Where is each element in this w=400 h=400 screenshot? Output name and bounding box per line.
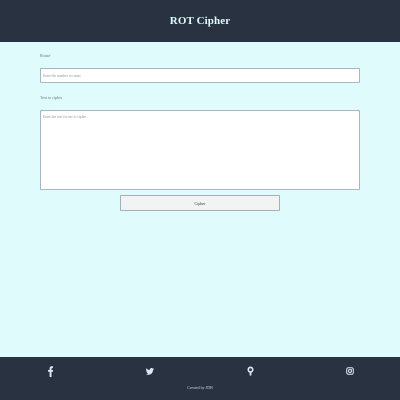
text-to-cipher-placeholder: Enter the text for me to cipher... xyxy=(43,115,89,119)
rotate-input[interactable]: Enter the number to rotate xyxy=(40,68,360,83)
text-to-cipher-label: Text to cipher xyxy=(40,95,63,100)
facebook-icon[interactable] xyxy=(45,365,55,377)
page-title: ROT Cipher xyxy=(169,15,231,27)
twitter-icon[interactable] xyxy=(145,365,155,377)
site-footer: Created by JDB xyxy=(0,357,400,400)
cipher-button[interactable]: Cipher xyxy=(120,195,280,211)
rotate-placeholder: Enter the number to rotate xyxy=(43,73,81,78)
rotate-label: Rotate xyxy=(40,53,51,58)
github-icon[interactable] xyxy=(245,365,255,377)
site-header: ROT Cipher xyxy=(0,0,400,42)
instagram-icon[interactable] xyxy=(345,365,355,377)
footer-credit: Created by JDB xyxy=(187,385,213,390)
text-to-cipher-input[interactable]: Enter the text for me to cipher... xyxy=(40,110,360,190)
